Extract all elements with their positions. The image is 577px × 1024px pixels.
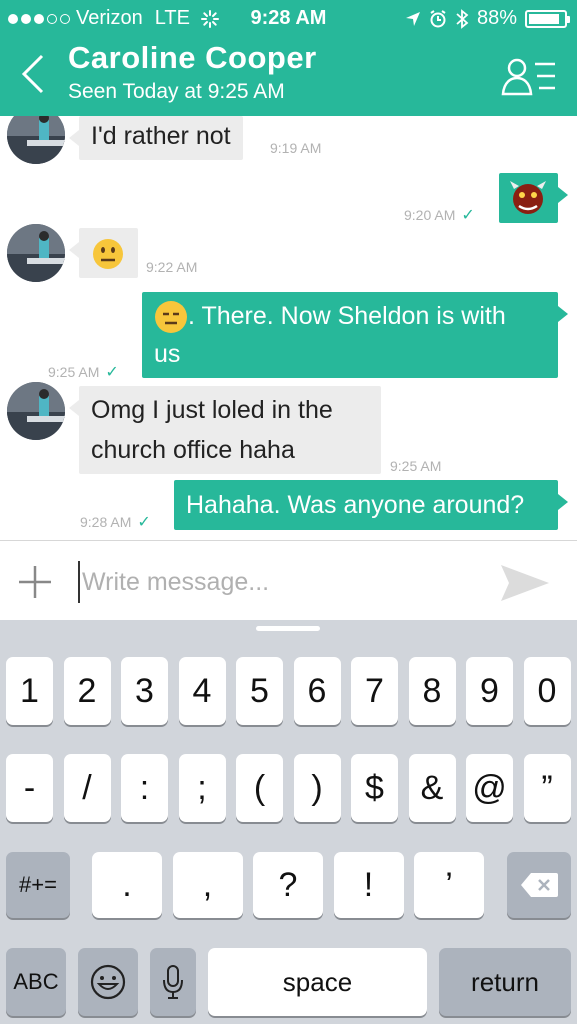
alarm-clock-icon <box>430 9 446 27</box>
row1-key[interactable]: 5 <box>236 657 283 725</box>
row2-key[interactable]: ) <box>293 754 341 822</box>
chevron-left-icon <box>21 54 44 94</box>
row2-key[interactable]: : <box>121 754 168 822</box>
message-bubble-incoming[interactable]: I'd rather not <box>69 116 243 160</box>
row3-key[interactable]: ? <box>253 852 323 918</box>
keyboard: 1 2 3 4 5 6 7 8 9 0- /:;() $ & @”.,?!’ #+= ABC space … <box>0 620 577 1024</box>
last-seen-status: Seen Today at 9:25 AM <box>68 80 285 103</box>
ogre-emoji <box>510 181 546 214</box>
keyboard-drag-handle[interactable] <box>256 626 320 631</box>
row2-key[interactable]: / <box>63 754 111 822</box>
row3-key[interactable]: ’ <box>414 852 484 918</box>
row2-key[interactable]: $ <box>351 754 398 822</box>
chat-header: Verizon LTE 9:28 AM 88% Caroline Cooper … <box>0 0 577 116</box>
dictation-key[interactable] <box>150 948 196 1016</box>
microphone-icon <box>163 965 183 999</box>
send-button[interactable] <box>499 563 551 603</box>
row1-key[interactable]: 7 <box>351 657 398 725</box>
message-bubble-outgoing[interactable]: . There. Now Sheldon is with us <box>142 292 568 378</box>
avatar[interactable] <box>7 224 65 282</box>
message-timestamp: 9:25 AM ✓ <box>48 364 119 381</box>
row2-key[interactable]: ( <box>236 754 283 822</box>
row1-key[interactable]: 3 <box>121 657 168 725</box>
row1-key[interactable]: 2 <box>63 657 111 725</box>
backspace-icon <box>521 873 558 897</box>
message-bubble-outgoing[interactable]: Hahaha. Was anyone around? <box>174 480 568 530</box>
row2-key[interactable]: ; <box>178 754 226 822</box>
location-arrow-icon <box>405 11 420 26</box>
plus-icon <box>19 566 51 598</box>
emoji-key[interactable] <box>78 948 138 1016</box>
message-input[interactable] <box>78 561 478 603</box>
space-key[interactable]: space <box>208 948 427 1016</box>
message-timestamp: 9:28 AM ✓ <box>80 514 151 531</box>
row1-key[interactable]: 6 <box>293 657 341 725</box>
row2-key[interactable]: ” <box>523 754 571 822</box>
message-timestamp: 9:19 AM <box>270 140 322 156</box>
delivered-check-icon: ✓ <box>137 514 151 531</box>
message-line: . There. Now Sheldon is with <box>154 296 546 336</box>
status-bar: Verizon LTE 9:28 AM 88% <box>0 0 577 36</box>
message-text: church office haha <box>91 436 295 464</box>
message-text: us <box>154 340 181 368</box>
status-right: 88% <box>405 7 570 30</box>
row2-key[interactable]: - <box>6 754 53 822</box>
message-text: I'd rather not <box>91 122 231 150</box>
contact-name: Caroline Cooper <box>68 40 317 75</box>
neutral-face-emoji <box>93 239 123 269</box>
row1-key[interactable]: 0 <box>523 657 571 725</box>
message-timestamp: 9:20 AM ✓ <box>404 207 475 224</box>
message-text: . There. Now Sheldon is with <box>188 302 506 330</box>
battery-icon <box>525 9 570 28</box>
expressionless-face-emoji <box>155 301 187 334</box>
message-bubble-incoming[interactable] <box>69 228 138 278</box>
row3-key[interactable]: , <box>172 852 243 918</box>
message-timestamp: 9:25 AM <box>390 458 442 474</box>
message-text: Hahaha. Was anyone around? <box>186 491 525 519</box>
message-text: Omg I just loled in the <box>91 396 333 424</box>
row1-key[interactable]: 9 <box>466 657 513 725</box>
message-list[interactable]: I'd rather not 9:19 AM 9:20 AM✓ 9:22 AM <box>0 116 577 540</box>
delivered-check-icon: ✓ <box>105 364 119 381</box>
row1-key[interactable]: 4 <box>178 657 226 725</box>
message-bubble-outgoing[interactable] <box>499 173 568 223</box>
send-arrow-icon <box>501 565 549 601</box>
back-button[interactable] <box>18 52 58 102</box>
row2-key[interactable]: @ <box>466 754 513 822</box>
battery-percent: 88% <box>476 7 517 29</box>
message-bubble-incoming[interactable]: Omg I just loled in the church office ha… <box>69 386 381 474</box>
message-composer <box>0 540 577 620</box>
return-key[interactable]: return <box>439 948 571 1016</box>
symbols-key[interactable]: #+= <box>6 852 70 918</box>
avatar[interactable] <box>7 116 65 164</box>
bluetooth-icon <box>456 8 469 29</box>
row1-key[interactable]: 1 <box>6 657 53 725</box>
delete-key[interactable] <box>507 852 571 918</box>
contact-list-icon <box>501 58 555 96</box>
abc-key[interactable]: ABC <box>6 948 66 1016</box>
attach-button[interactable] <box>16 563 54 601</box>
row3-key[interactable]: ! <box>333 852 404 918</box>
smiley-icon <box>90 964 126 1000</box>
delivered-check-icon: ✓ <box>461 207 475 224</box>
avatar[interactable] <box>7 382 65 440</box>
row3-key[interactable]: . <box>92 852 162 918</box>
contact-details-button[interactable] <box>501 56 557 96</box>
message-timestamp: 9:22 AM <box>146 259 198 275</box>
row1-key[interactable]: 8 <box>408 657 456 725</box>
row2-key[interactable]: & <box>408 754 456 822</box>
